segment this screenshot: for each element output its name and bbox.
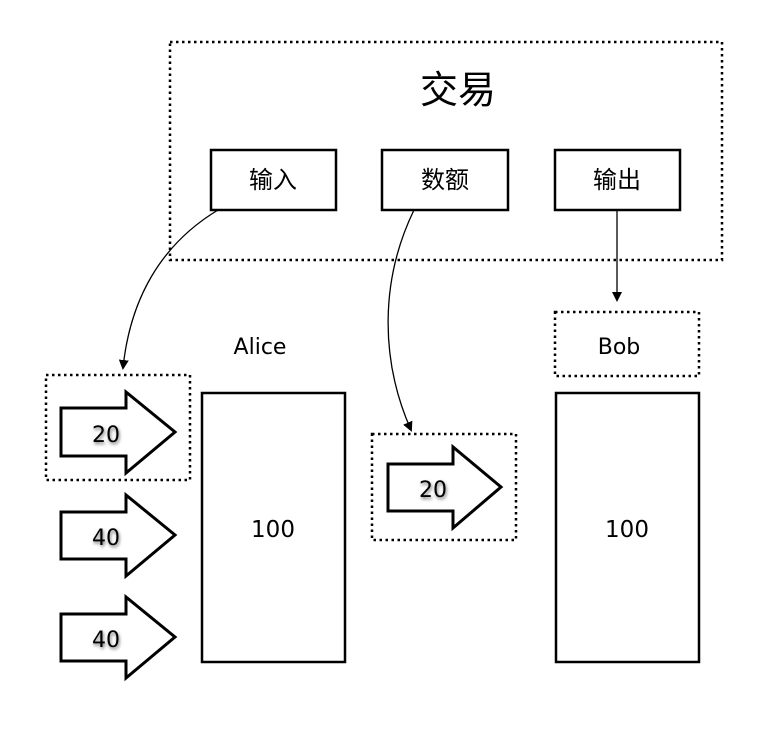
alice-coin-1-value: 20 [92,423,120,448]
alice-coin-3-value: 40 [92,628,120,653]
input-link-arrow [118,209,219,370]
output-field-label: 输出 [593,166,641,194]
alice-coin-2-value: 40 [92,526,120,551]
alice-coin-1: 20 [59,388,178,477]
bob-name: Bob [598,335,641,360]
transaction-diagram: 交易 输入 数额 输出 Alice 100 20 40 40 20 Bob 10… [44,40,724,682]
input-field-label: 输入 [249,166,297,194]
transaction-title: 交易 [420,68,496,112]
diagram-canvas: 交易 输入 数额 输出 Alice 100 20 40 40 20 Bob 10… [0,0,765,745]
amount-field-label: 数额 [421,166,469,194]
amount-coin: 20 [386,443,504,532]
bob-balance: 100 [605,517,649,543]
output-field-box: 输出 [553,148,682,212]
alice-coin-2: 40 [59,491,178,580]
amount-field-box: 数额 [380,148,510,212]
alice-name: Alice [234,335,287,360]
amount-coin-value: 20 [419,478,447,503]
alice-balance: 100 [251,517,295,543]
input-field-box: 输入 [209,148,338,212]
alice-coin-3: 40 [59,593,178,682]
amount-link-arrow [387,209,415,432]
